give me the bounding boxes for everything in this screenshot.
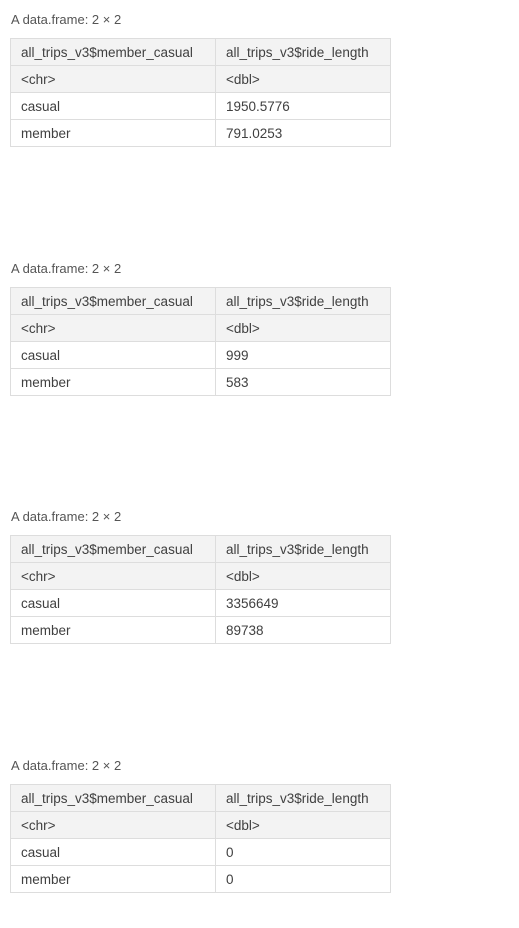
table-cell: casual <box>10 838 216 866</box>
column-header: all_trips_v3$member_casual <box>10 38 216 66</box>
table-cell: 583 <box>215 368 391 396</box>
table-row: member 0 <box>10 865 391 893</box>
table-row: casual 3356649 <box>10 589 391 617</box>
column-type: <chr> <box>10 562 216 590</box>
column-header: all_trips_v3$member_casual <box>10 287 216 315</box>
column-types-row: <chr> <dbl> <box>10 65 391 93</box>
column-type: <chr> <box>10 65 216 93</box>
table-header-row: all_trips_v3$member_casual all_trips_v3$… <box>10 38 391 66</box>
table-cell: 0 <box>215 865 391 893</box>
table-cell: 0 <box>215 838 391 866</box>
table-header-row: all_trips_v3$member_casual all_trips_v3$… <box>10 287 391 315</box>
dataframe-caption: A data.frame: 2 × 2 <box>11 12 122 27</box>
table-cell: member <box>10 368 216 396</box>
table-cell: casual <box>10 589 216 617</box>
dataframe-caption: A data.frame: 2 × 2 <box>11 261 122 276</box>
table-row: casual 999 <box>10 341 391 369</box>
table-header-row: all_trips_v3$member_casual all_trips_v3$… <box>10 535 391 563</box>
column-header: all_trips_v3$ride_length <box>215 535 391 563</box>
table-cell: member <box>10 865 216 893</box>
table-header-row: all_trips_v3$member_casual all_trips_v3$… <box>10 784 391 812</box>
column-type: <dbl> <box>215 65 391 93</box>
column-type: <chr> <box>10 811 216 839</box>
table-cell: 89738 <box>215 616 391 644</box>
dataframe-output-3: A data.frame: 2 × 2 all_trips_v3$member_… <box>10 509 391 644</box>
dataframe-table: all_trips_v3$member_casual all_trips_v3$… <box>10 784 391 893</box>
table-cell: 791.0253 <box>215 119 391 147</box>
column-header: all_trips_v3$ride_length <box>215 38 391 66</box>
dataframe-output-1: A data.frame: 2 × 2 all_trips_v3$member_… <box>10 12 391 147</box>
column-type: <dbl> <box>215 314 391 342</box>
dataframe-table: all_trips_v3$member_casual all_trips_v3$… <box>10 38 391 147</box>
dataframe-caption: A data.frame: 2 × 2 <box>11 509 122 524</box>
column-types-row: <chr> <dbl> <box>10 811 391 839</box>
column-header: all_trips_v3$member_casual <box>10 784 216 812</box>
table-cell: 3356649 <box>215 589 391 617</box>
column-header: all_trips_v3$ride_length <box>215 287 391 315</box>
table-row: casual 0 <box>10 838 391 866</box>
column-types-row: <chr> <dbl> <box>10 314 391 342</box>
column-type: <dbl> <box>215 811 391 839</box>
dataframe-output-2: A data.frame: 2 × 2 all_trips_v3$member_… <box>10 261 391 396</box>
column-type: <dbl> <box>215 562 391 590</box>
table-cell: 999 <box>215 341 391 369</box>
table-row: member 89738 <box>10 616 391 644</box>
column-header: all_trips_v3$ride_length <box>215 784 391 812</box>
table-cell: casual <box>10 92 216 120</box>
table-cell: member <box>10 616 216 644</box>
table-cell: 1950.5776 <box>215 92 391 120</box>
table-row: casual 1950.5776 <box>10 92 391 120</box>
dataframe-table: all_trips_v3$member_casual all_trips_v3$… <box>10 535 391 644</box>
dataframe-output-4: A data.frame: 2 × 2 all_trips_v3$member_… <box>10 758 391 893</box>
column-type: <chr> <box>10 314 216 342</box>
dataframe-caption: A data.frame: 2 × 2 <box>11 758 122 773</box>
table-row: member 583 <box>10 368 391 396</box>
table-cell: member <box>10 119 216 147</box>
dataframe-table: all_trips_v3$member_casual all_trips_v3$… <box>10 287 391 396</box>
column-header: all_trips_v3$member_casual <box>10 535 216 563</box>
table-cell: casual <box>10 341 216 369</box>
table-row: member 791.0253 <box>10 119 391 147</box>
column-types-row: <chr> <dbl> <box>10 562 391 590</box>
